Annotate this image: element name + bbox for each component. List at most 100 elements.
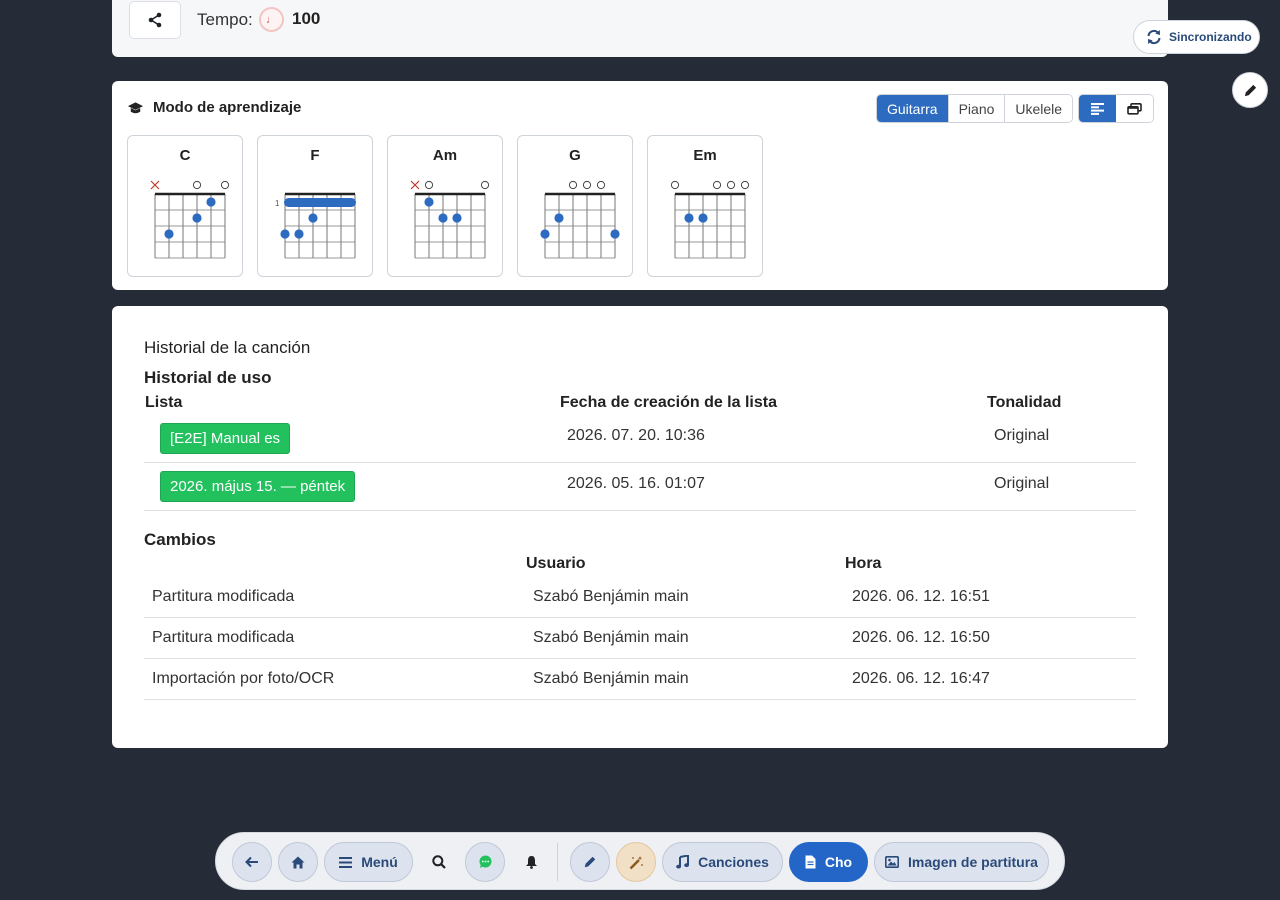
menu-button[interactable]: Menú	[324, 842, 413, 882]
finger-dot	[452, 213, 462, 223]
pencil-icon	[584, 856, 596, 868]
sheet-image-button[interactable]: Imagen de partitura	[874, 842, 1049, 882]
graduation-cap-icon	[127, 101, 144, 113]
arrow-left-icon	[245, 856, 258, 868]
change-description: Partitura modificada	[152, 588, 295, 605]
chat-bubble-icon	[479, 855, 491, 868]
file-icon	[805, 855, 816, 869]
open-string-marker	[582, 180, 592, 190]
open-string-marker	[568, 180, 578, 190]
magic-wand-button[interactable]	[616, 842, 656, 882]
instrument-ukulele-button[interactable]: Ukelele	[1005, 95, 1073, 122]
cho-button[interactable]: Cho	[789, 842, 868, 882]
magic-wand-icon	[629, 855, 643, 869]
floating-edit-button[interactable]	[1232, 72, 1268, 108]
instrument-selector: Guitarra Piano Ukelele	[876, 94, 1074, 123]
change-description: Importación por foto/OCR	[152, 670, 335, 687]
learning-mode-card: Modo de aprendizaje Guitarra Piano Ukele…	[112, 81, 1168, 290]
chord-diagram-f[interactable]: F1	[257, 135, 373, 277]
usage-header-date: Fecha de creación de la lista	[560, 394, 777, 411]
finger-dot	[206, 197, 216, 207]
finger-dot	[424, 197, 434, 207]
chord-diagram-g[interactable]: G	[517, 135, 633, 277]
usage-row: [E2E] Manual es 2026. 07. 20. 10:36 Orig…	[144, 415, 1136, 463]
back-button[interactable]	[232, 842, 272, 882]
finger-dot	[610, 229, 620, 239]
usage-date: 2026. 07. 20. 10:36	[567, 427, 705, 444]
finger-dot	[554, 213, 564, 223]
edit-button[interactable]	[570, 842, 610, 882]
notifications-button[interactable]	[511, 842, 551, 882]
cards-view-button[interactable]	[1116, 95, 1153, 122]
share-icon	[148, 12, 162, 28]
chat-button[interactable]	[465, 842, 505, 882]
bottom-navigation-bar: Menú Canciones Cho Imagen de partitura	[215, 832, 1065, 890]
open-string-marker	[726, 180, 736, 190]
change-time: 2026. 06. 12. 16:47	[852, 670, 990, 687]
open-string-marker	[740, 180, 750, 190]
change-user: Szabó Benjámin main	[533, 588, 689, 605]
chord-fretboard: 1	[275, 192, 356, 259]
usage-key: Original	[994, 427, 1050, 444]
sync-status-pill[interactable]: Sincronizando	[1133, 20, 1260, 54]
muted-string-marker	[150, 180, 160, 190]
changes-header-time: Hora	[845, 555, 882, 572]
setlist-badge[interactable]: [E2E] Manual es	[160, 423, 291, 454]
finger-dot	[684, 213, 694, 223]
open-string-marker	[596, 180, 606, 190]
text-view-button[interactable]	[1079, 95, 1116, 122]
instrument-guitar-button[interactable]: Guitarra	[877, 95, 949, 122]
songs-button[interactable]: Canciones	[662, 842, 783, 882]
menu-label: Menú	[361, 854, 398, 870]
finger-dot	[698, 213, 708, 223]
chord-fretboard	[150, 180, 230, 259]
home-button[interactable]	[278, 842, 318, 882]
search-icon	[432, 855, 446, 869]
cards-view-icon	[1127, 102, 1142, 115]
changes-title: Cambios	[144, 530, 216, 549]
finger-dot	[192, 213, 202, 223]
open-string-marker	[712, 180, 722, 190]
chord-diagram-c[interactable]: C	[127, 135, 243, 277]
change-row: Importación por foto/OCR Szabó Benjámin …	[144, 659, 1136, 700]
open-string-marker	[192, 180, 202, 190]
search-button[interactable]	[419, 842, 459, 882]
tempo-label: Tempo:	[197, 10, 253, 29]
share-button[interactable]	[129, 1, 181, 39]
songs-label: Canciones	[698, 854, 769, 870]
chord-diagram-am[interactable]: Am	[387, 135, 503, 277]
text-view-icon	[1090, 102, 1104, 115]
barre-marker	[284, 198, 356, 207]
finger-dot	[308, 213, 318, 223]
finger-dot	[540, 229, 550, 239]
change-time: 2026. 06. 12. 16:51	[852, 588, 990, 605]
open-string-marker	[480, 180, 490, 190]
change-row: Partitura modificada Szabó Benjámin main…	[144, 577, 1136, 618]
chord-diagram-em[interactable]: Em	[647, 135, 763, 277]
nav-divider	[557, 843, 558, 881]
usage-date: 2026. 05. 16. 01:07	[567, 475, 705, 492]
usage-row: 2026. május 15. — péntek 2026. 05. 16. 0…	[144, 463, 1136, 511]
finger-dot	[280, 229, 290, 239]
usage-header-list: Lista	[145, 394, 183, 411]
open-string-marker	[670, 180, 680, 190]
learning-mode-title: Modo de aprendizaje	[127, 99, 301, 116]
music-note-icon	[676, 855, 690, 869]
tempo-value[interactable]: 100	[292, 9, 320, 29]
home-icon	[291, 856, 305, 868]
song-history-card: Historial de la canción Historial de uso…	[112, 306, 1168, 748]
image-icon	[885, 856, 900, 868]
fret-number-label: 1	[275, 199, 280, 208]
change-user: Szabó Benjámin main	[533, 629, 689, 646]
learning-mode-label: Modo de aprendizaje	[153, 99, 302, 116]
chord-fretboard	[540, 180, 620, 259]
setlist-badge[interactable]: 2026. május 15. — péntek	[160, 471, 356, 502]
chord-fretboard	[410, 180, 490, 259]
sheet-image-label: Imagen de partitura	[908, 854, 1038, 870]
metronome-icon[interactable]: ♩	[259, 7, 284, 32]
muted-string-marker	[410, 180, 420, 190]
cho-label: Cho	[824, 854, 853, 870]
usage-header-key: Tonalidad	[987, 394, 1062, 411]
usage-history-title: Historial de uso	[144, 368, 272, 387]
instrument-piano-button[interactable]: Piano	[948, 95, 1006, 122]
